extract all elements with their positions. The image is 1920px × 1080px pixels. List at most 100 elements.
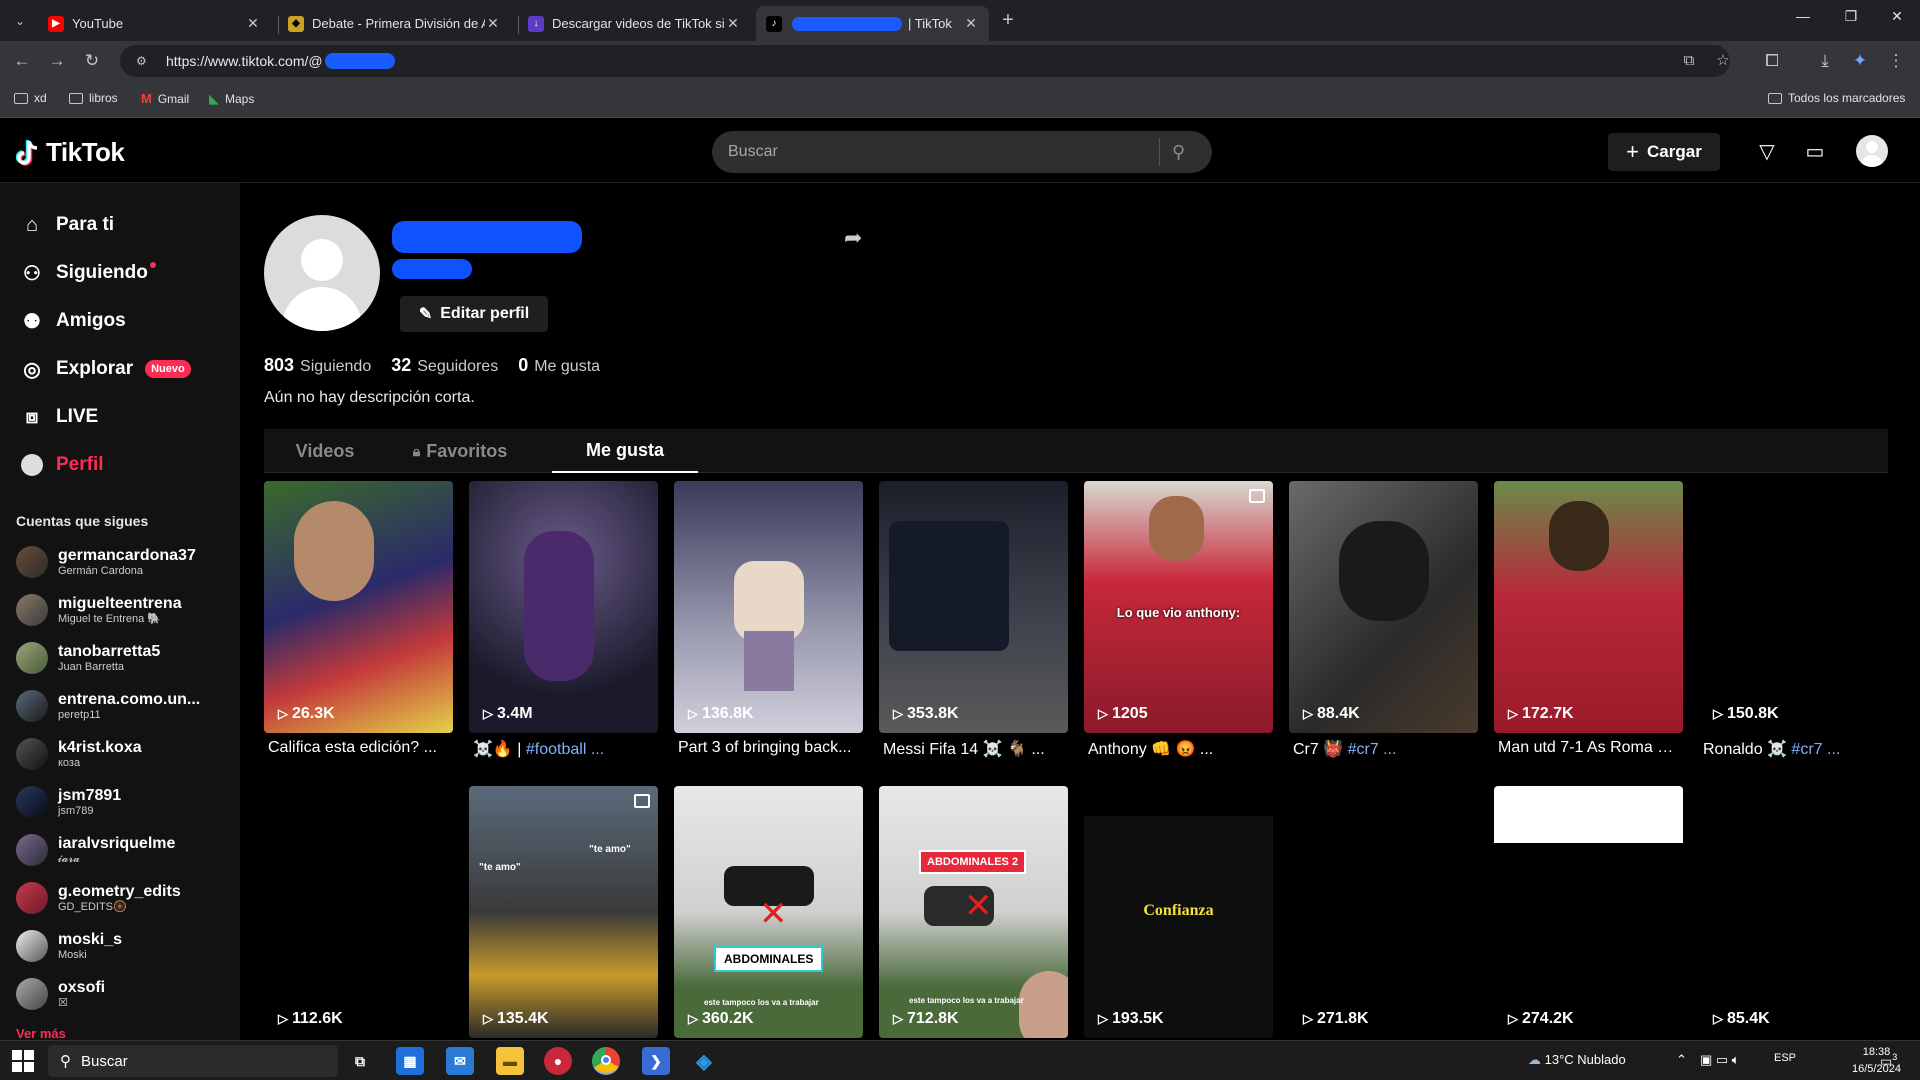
site-info-icon[interactable]: ⚙ <box>136 54 154 68</box>
tab-debate[interactable]: ◆ Debate - Primera División de A... ✕ <box>278 6 511 41</box>
close-window-icon[interactable]: ✕ <box>1874 8 1920 32</box>
video-card[interactable]: ▷ 112.6K <box>264 786 453 1038</box>
all-bookmarks[interactable]: Todos los marcadores <box>1768 91 1905 105</box>
close-tab-icon[interactable]: ✕ <box>725 15 741 32</box>
account-item[interactable]: entrena.como.un... peretp11 <box>16 690 200 722</box>
mail-icon[interactable]: ✉ <box>446 1047 474 1075</box>
forward-icon[interactable]: → <box>45 49 69 73</box>
vscode-icon[interactable]: ◈ <box>690 1047 718 1075</box>
video-card[interactable]: ABDOMINALES 2 ✕ este tampoco los va a tr… <box>879 786 1068 1038</box>
account-item[interactable]: moski_s Moski <box>16 930 122 962</box>
nav-profile[interactable]: Perfil <box>20 453 104 477</box>
taskbar-search[interactable]: ⚲ Buscar <box>48 1045 338 1077</box>
url-text: https://www.tiktok.com/@ <box>166 53 323 69</box>
video-card[interactable]: ▷ 85.4K <box>1699 786 1888 1038</box>
close-tab-icon[interactable]: ✕ <box>485 15 501 32</box>
video-card[interactable]: Confianza ▷ 193.5K <box>1084 786 1273 1038</box>
inbox-filter-icon[interactable]: ▽ <box>1754 139 1780 165</box>
messages-icon[interactable]: ▭ <box>1802 139 1828 165</box>
video-card[interactable]: ▷ 88.4K Cr7 👹 #cr7 ... <box>1289 481 1478 759</box>
store-icon[interactable]: ▦ <box>396 1047 424 1075</box>
task-view-icon[interactable]: ⧉ <box>346 1047 374 1075</box>
notifications-icon[interactable]: ▭3 <box>1880 1052 1897 1069</box>
file-explorer-icon[interactable]: ▬ <box>496 1047 524 1075</box>
play-icon: ▷ <box>1713 1011 1723 1026</box>
search-input[interactable] <box>728 143 1159 161</box>
bookmark-gmail[interactable]: M Gmail <box>141 91 189 106</box>
share-icon[interactable]: ➦ <box>844 225 862 251</box>
account-item[interactable]: g.eometry_edits GD_EDITS🛞 <box>16 882 181 914</box>
game-app-icon[interactable]: ● <box>544 1047 572 1075</box>
video-card[interactable]: ▷ 26.3K Califica esta edición? ... <box>264 481 453 757</box>
account-item[interactable]: jsm7891 jsm789 <box>16 786 121 818</box>
account-item[interactable]: oxsofi ☒ <box>16 978 105 1010</box>
restore-icon[interactable]: ❐ <box>1828 8 1874 32</box>
profile-extension-icon[interactable]: ✦ <box>1848 49 1872 73</box>
edit-profile-button[interactable]: ✎ Editar perfil <box>400 296 548 332</box>
reload-icon[interactable]: ↻ <box>80 49 104 73</box>
video-card[interactable]: ▷ 353.8K Messi Fifa 14 ☠️ 🐐 ... <box>879 481 1068 759</box>
play-icon: ▷ <box>893 706 903 721</box>
following-stat[interactable]: 803 Siguiendo <box>264 355 371 376</box>
tray-icons[interactable]: ▣ ▭ 🔈︎ <box>1700 1052 1740 1068</box>
close-tab-icon[interactable]: ✕ <box>245 15 261 32</box>
new-tab-button[interactable]: + <box>996 9 1020 33</box>
tab-videos[interactable]: Videos <box>264 429 386 473</box>
nav-live[interactable]: ⧈ LIVE <box>20 405 99 429</box>
video-card[interactable]: ▷ 3.4M ☠️🔥 | #football ... <box>469 481 658 759</box>
avatar <box>16 642 48 674</box>
account-item[interactable]: miguelteentrena Miguel te Entrena 🐘 <box>16 594 182 626</box>
back-icon[interactable]: ← <box>10 49 34 73</box>
account-item[interactable]: k4rist.koxa коза <box>16 738 142 770</box>
nav-for-you[interactable]: ⌂ Para ti <box>20 213 114 237</box>
close-tab-icon[interactable]: ✕ <box>963 15 979 32</box>
search-icon[interactable]: ⚲ <box>1172 142 1212 163</box>
powershell-icon[interactable]: ❯ <box>642 1047 670 1075</box>
tab-search-button[interactable]: ⌄ <box>8 9 32 33</box>
video-card[interactable]: "te amo" "te amo" ▷ 135.4K <box>469 786 658 1038</box>
tab-tiktok-downloader[interactable]: ↓ Descargar videos de TikTok sin... ✕ <box>518 6 751 41</box>
tab-liked[interactable]: Me gusta <box>552 429 698 473</box>
video-card[interactable]: ▷ 136.8K Part 3 of bringing back... <box>674 481 863 757</box>
profile-avatar[interactable] <box>264 215 380 331</box>
video-card[interactable]: ✕ ABDOMINALES este tampoco los va a trab… <box>674 786 863 1038</box>
video-card[interactable]: ▷ 172.7K Man utd 7-1 As Roma 2... <box>1494 481 1683 757</box>
tab-tiktok-profile[interactable]: ♪ | TikTok ✕ <box>756 6 989 41</box>
browser-menu-icon[interactable]: ⋮ <box>1884 49 1908 73</box>
windows-start-icon[interactable] <box>12 1050 34 1072</box>
upload-button[interactable]: + Cargar <box>1608 133 1720 171</box>
tiktok-logo[interactable]: TikTok <box>16 137 125 168</box>
address-bar[interactable]: ⚙ https://www.tiktok.com/@ <box>120 45 1730 77</box>
compass-icon: ◎ <box>23 358 41 381</box>
notification-dot <box>149 262 156 268</box>
see-more-link[interactable]: Ver más <box>16 1026 66 1040</box>
tab-favorites[interactable]: 🔒︎ Favoritos <box>386 429 534 473</box>
video-thumbnail: ▷ 26.3K <box>264 481 453 733</box>
open-in-app-icon[interactable]: ⧉ <box>1677 49 1701 73</box>
nav-friends[interactable]: ⚉ Amigos <box>20 309 126 333</box>
account-item[interactable]: iaralvsriquelme 𝓲𝓪𝓻𝓪 <box>16 834 175 866</box>
downloads-icon[interactable]: ⤓ <box>1813 49 1837 73</box>
nav-following[interactable]: ⚇ Siguiendo <box>20 261 166 285</box>
video-card[interactable]: ▷ 150.8K Ronaldo ☠️ #cr7 ... <box>1699 481 1888 759</box>
video-card[interactable]: ▷ 271.8K <box>1289 786 1478 1038</box>
weather-widget[interactable]: ☁ 13°C Nublado <box>1528 1052 1626 1068</box>
followers-stat[interactable]: 32 Seguidores <box>391 355 498 376</box>
tab-youtube[interactable]: ▶ YouTube ✕ <box>38 6 271 41</box>
video-card[interactable]: ▷ 274.2K <box>1494 786 1683 1038</box>
account-item[interactable]: germancardona37 Germán Cardona <box>16 546 196 578</box>
bookmark-star-icon[interactable]: ☆ <box>1711 49 1735 73</box>
language-indicator[interactable]: ESP <box>1774 1052 1796 1064</box>
bookmark-folder-libros[interactable]: libros <box>69 91 118 105</box>
account-item[interactable]: tanobarretta5 Juan Barretta <box>16 642 160 674</box>
bookmark-folder-xd[interactable]: xd <box>14 91 47 105</box>
extensions-icon[interactable]: ⧠ <box>1760 49 1784 73</box>
avatar <box>16 786 48 818</box>
minimize-icon[interactable]: — <box>1780 8 1826 32</box>
bookmark-maps[interactable]: ◣ Maps <box>209 91 254 107</box>
video-card[interactable]: Lo que vio anthony: ▷ 1205 Anthony 👊 😡 ..… <box>1084 481 1273 759</box>
tray-expand-icon[interactable]: ⌃ <box>1676 1052 1687 1068</box>
nav-explore[interactable]: ◎ Explorar Nuevo <box>20 357 191 381</box>
chrome-icon[interactable] <box>592 1047 620 1075</box>
header-avatar[interactable] <box>1856 135 1888 167</box>
